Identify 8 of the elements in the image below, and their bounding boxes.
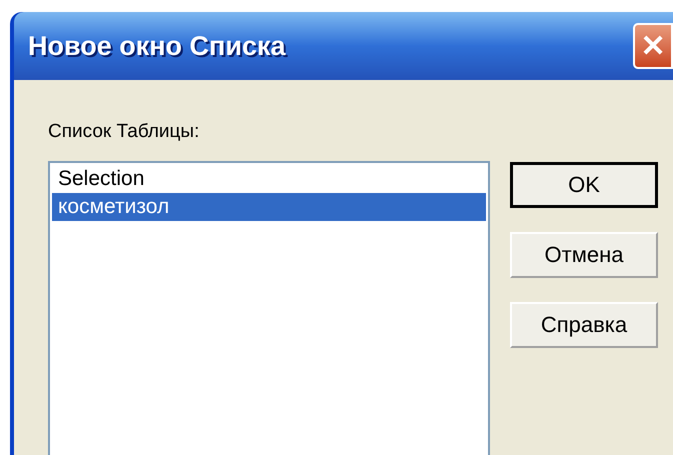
window-title: Новое окно Списка	[28, 30, 286, 63]
dialog-button[interactable]: Отмена	[510, 232, 658, 278]
list-label: Список Таблицы:	[48, 120, 200, 144]
list-item[interactable]: Selection	[52, 164, 486, 192]
dialog-button[interactable]: Справка	[510, 302, 658, 348]
list-item[interactable]: косметизол	[52, 192, 486, 220]
table-list[interactable]: Selection косметизол	[48, 160, 490, 455]
dialog-button[interactable]: OK	[510, 162, 658, 208]
